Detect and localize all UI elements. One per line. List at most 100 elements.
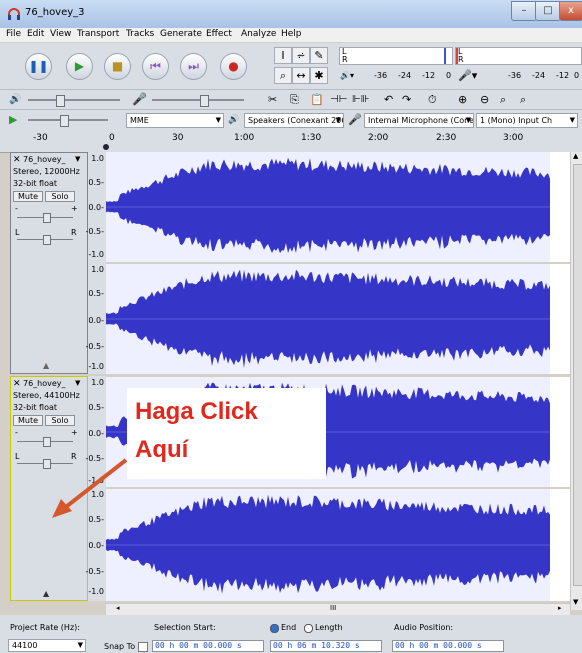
silence-icon[interactable]: ⊩⊪ xyxy=(352,94,369,105)
menu-view[interactable]: View xyxy=(50,29,71,39)
mute-button[interactable]: Mute xyxy=(13,415,43,426)
playback-meter[interactable]: L R xyxy=(339,47,453,65)
zoom-in-icon[interactable]: ⊕ xyxy=(458,93,467,106)
slider-thumb[interactable] xyxy=(200,95,209,107)
menu-file[interactable]: File xyxy=(6,29,21,39)
menu-help[interactable]: Help xyxy=(281,29,302,39)
collapse-track-icon[interactable]: ▲ xyxy=(43,361,49,370)
output-device-select[interactable]: Speakers (Conexant 20672 Sm▼ xyxy=(244,113,344,128)
scale-label: -0.5- xyxy=(85,227,105,236)
track-info-rate: Stereo, 12000Hz xyxy=(13,167,80,176)
scroll-up-icon[interactable]: ▲ xyxy=(573,152,578,160)
slider-thumb[interactable] xyxy=(43,213,51,223)
gain-slider[interactable] xyxy=(17,437,73,447)
play-at-speed-icon[interactable]: ▶ xyxy=(9,113,17,126)
playhead-marker[interactable] xyxy=(103,144,109,150)
play-speed-slider[interactable] xyxy=(28,115,108,127)
pan-left-label: L xyxy=(15,452,20,461)
pan-slider[interactable] xyxy=(17,235,73,245)
slider-thumb[interactable] xyxy=(60,115,69,127)
slider-thumb[interactable] xyxy=(43,437,51,447)
pause-button[interactable]: ❚❚ xyxy=(25,53,52,80)
timeline-ruler[interactable]: -30 0 30 1:00 1:30 2:00 2:30 3:00 xyxy=(0,130,582,153)
play-button[interactable]: ▶ xyxy=(66,53,93,80)
chevron-down-icon[interactable]: ▼ xyxy=(75,379,80,387)
zoom-tool-button[interactable]: ⌕ xyxy=(274,67,292,84)
record-button[interactable]: ● xyxy=(220,53,247,80)
mute-button[interactable]: Mute xyxy=(13,191,43,202)
meter-r-label: R xyxy=(342,55,348,64)
track-name-menu[interactable]: 76_hovey_ xyxy=(23,155,66,164)
input-channels-select[interactable]: 1 (Mono) Input Ch ▼ xyxy=(476,113,578,128)
skip-to-end-button[interactable]: ⏭ xyxy=(180,53,207,80)
multi-tool-button[interactable]: ✱ xyxy=(310,67,328,84)
slider-thumb[interactable] xyxy=(43,235,51,245)
collapse-track-icon[interactable]: ▲ xyxy=(43,589,49,598)
audio-host-select[interactable]: MME ▼ xyxy=(126,113,224,128)
scroll-right-icon[interactable]: ▸ xyxy=(558,604,562,612)
horizontal-scrollbar[interactable]: ◂ III ▸ xyxy=(106,603,570,615)
waveform-track-1-left[interactable] xyxy=(106,152,570,262)
track-close-icon[interactable]: ✕ xyxy=(13,379,21,389)
length-radio[interactable] xyxy=(304,624,313,633)
scroll-left-icon[interactable]: ◂ xyxy=(116,604,120,612)
minimize-button[interactable]: – xyxy=(511,1,537,21)
fit-selection-icon[interactable]: ⌕ xyxy=(500,93,506,107)
envelope-tool-button[interactable]: ⩫ xyxy=(292,47,310,64)
cut-icon[interactable]: ✂ xyxy=(268,93,277,106)
skip-to-start-button[interactable]: ⏮ xyxy=(142,53,169,80)
scroll-down-icon[interactable]: ▼ xyxy=(573,598,578,606)
track-name-menu[interactable]: 76_hovey_ xyxy=(23,379,66,388)
solo-button[interactable]: Solo xyxy=(45,191,75,202)
close-button[interactable]: x xyxy=(559,1,582,21)
trim-icon[interactable]: ⊣⊢ xyxy=(330,94,347,105)
audio-position-field[interactable]: 00 h 00 m 00.000 s xyxy=(392,640,504,652)
zoom-out-icon[interactable]: ⊖ xyxy=(480,93,489,106)
slider-thumb[interactable] xyxy=(56,95,65,107)
project-rate-select[interactable]: 44100 ▼ xyxy=(8,639,86,652)
end-radio[interactable] xyxy=(270,624,279,633)
mute-label: Mute xyxy=(17,416,39,425)
waveform-track-2-right[interactable] xyxy=(106,489,570,601)
paste-icon[interactable]: 📋 xyxy=(310,93,324,106)
menu-edit[interactable]: Edit xyxy=(27,29,44,39)
record-icon: ● xyxy=(228,59,239,73)
selection-end-field[interactable]: 00 h 06 m 10.320 s xyxy=(270,640,382,652)
gain-plus-label: + xyxy=(71,204,78,213)
menu-generate[interactable]: Generate xyxy=(160,29,202,39)
vertical-scrollbar[interactable]: ▲ ▼ xyxy=(570,152,582,610)
menu-effect[interactable]: Effect xyxy=(206,29,232,39)
chevron-down-icon[interactable]: ▼ xyxy=(75,155,80,163)
gain-slider[interactable] xyxy=(17,213,73,223)
menu-tracks[interactable]: Tracks xyxy=(126,29,154,39)
track-close-icon[interactable]: ✕ xyxy=(13,155,21,165)
copy-icon[interactable]: ⎘ xyxy=(290,93,299,107)
scroll-grip[interactable]: III xyxy=(330,604,336,612)
output-volume-slider[interactable] xyxy=(28,95,120,107)
stop-button[interactable]: ■ xyxy=(104,53,131,80)
undo-icon[interactable]: ↶ xyxy=(384,93,393,106)
selection-tool-button[interactable]: I xyxy=(274,47,292,64)
scale-label: -0.5- xyxy=(85,567,105,576)
selection-end-value: 00 h 06 m 10.320 s xyxy=(273,641,360,650)
waveform-track-1-right[interactable] xyxy=(106,264,570,374)
vertical-scroll-thumb[interactable] xyxy=(573,164,582,586)
tools-toolbar: I ⩫ ✎ ⌕ ↔ ✱ xyxy=(270,43,330,89)
snap-to-checkbox[interactable] xyxy=(138,642,148,652)
menu-analyze[interactable]: Analyze xyxy=(241,29,276,39)
sync-lock-icon[interactable]: ⏱ xyxy=(428,93,437,107)
input-volume-slider[interactable] xyxy=(152,95,244,107)
menu-transport[interactable]: Transport xyxy=(77,29,119,39)
redo-icon[interactable]: ↷ xyxy=(402,93,411,106)
input-device-select[interactable]: Internal Microphone (Conexar▼ xyxy=(364,113,474,128)
record-meter[interactable]: L R xyxy=(455,47,582,65)
timeshift-tool-button[interactable]: ↔ xyxy=(292,67,310,84)
microphone-icon[interactable]: 🎤▾ xyxy=(458,69,477,82)
maximize-button[interactable]: □ xyxy=(535,1,561,21)
draw-tool-button[interactable]: ✎ xyxy=(310,47,328,64)
fit-project-icon[interactable]: ⌕ xyxy=(520,93,526,107)
solo-button[interactable]: Solo xyxy=(45,415,75,426)
selection-start-field[interactable]: 00 h 00 m 00.000 s xyxy=(152,640,264,652)
tick-label: -36 xyxy=(374,71,388,80)
length-radio-label: Length xyxy=(315,623,343,632)
